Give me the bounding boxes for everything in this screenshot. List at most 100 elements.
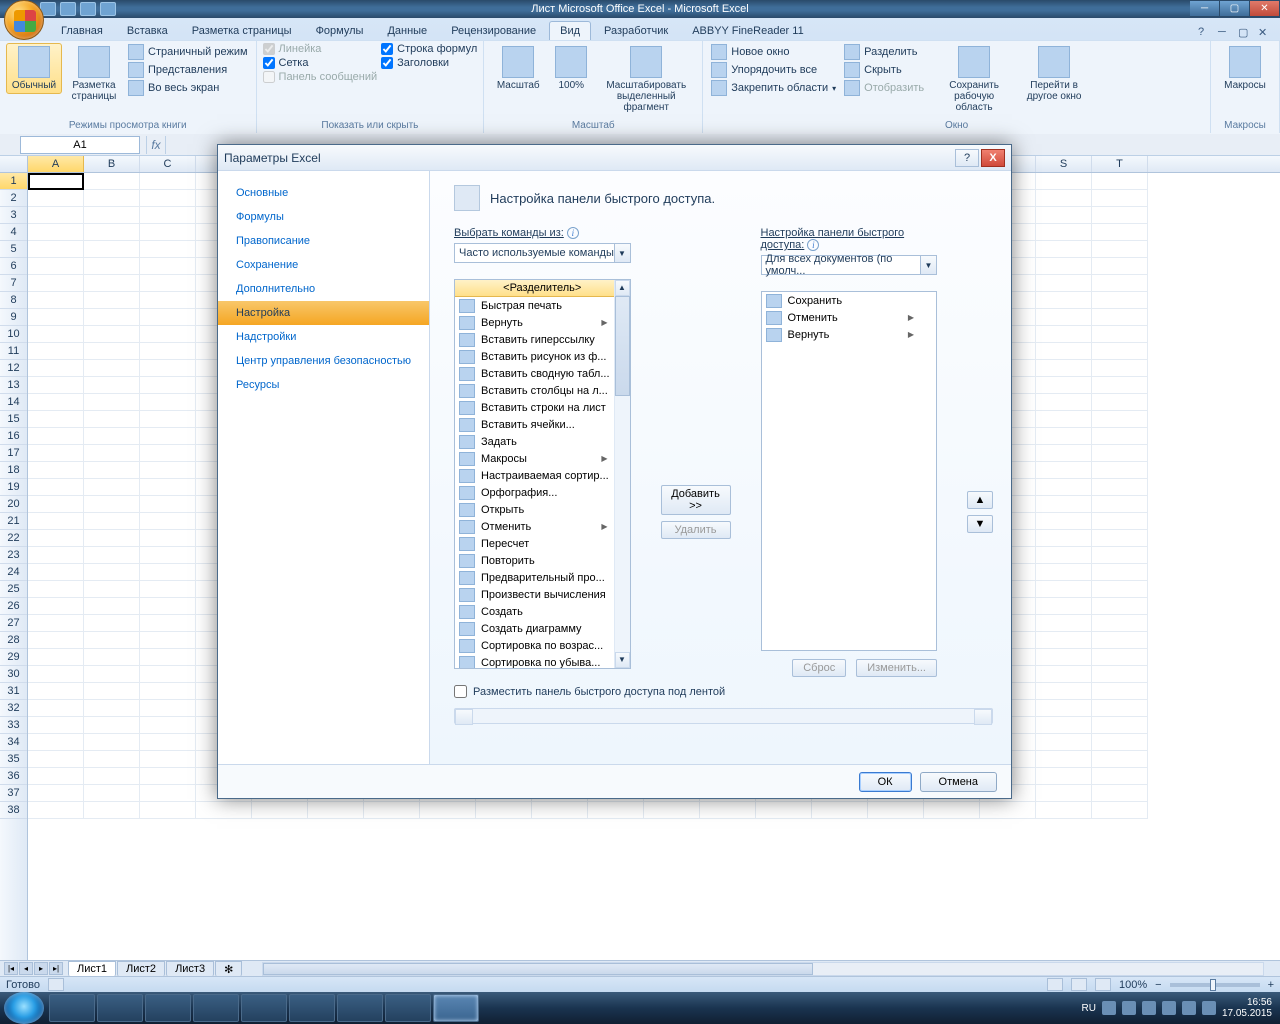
cell[interactable]: [140, 428, 196, 445]
row-header[interactable]: 8: [0, 292, 27, 309]
cell[interactable]: [140, 292, 196, 309]
cell[interactable]: [1092, 173, 1148, 190]
ribbon-minimize-icon[interactable]: ─: [1218, 26, 1232, 40]
cell[interactable]: [1036, 445, 1092, 462]
split-button[interactable]: Разделить: [842, 43, 926, 61]
list-item[interactable]: Настраиваемая сортир...: [455, 467, 630, 484]
ribbon-tab[interactable]: Разработчик: [593, 21, 679, 40]
cell[interactable]: [28, 598, 84, 615]
cell[interactable]: [28, 496, 84, 513]
cell[interactable]: [28, 785, 84, 802]
row-header[interactable]: 1: [0, 173, 27, 190]
cell[interactable]: [84, 309, 140, 326]
cell[interactable]: [1092, 241, 1148, 258]
cell[interactable]: [28, 700, 84, 717]
cell[interactable]: [28, 394, 84, 411]
cell[interactable]: [1036, 564, 1092, 581]
view-layout-icon[interactable]: [1071, 978, 1087, 991]
cell[interactable]: [1092, 513, 1148, 530]
cell[interactable]: [84, 173, 140, 190]
maximize-button[interactable]: ▢: [1220, 0, 1250, 17]
cell[interactable]: [28, 734, 84, 751]
hide-button[interactable]: Скрыть: [842, 61, 926, 79]
macros-button[interactable]: Макросы: [1217, 43, 1273, 94]
cell[interactable]: [308, 802, 364, 819]
row-header[interactable]: 5: [0, 241, 27, 258]
cell[interactable]: [1036, 751, 1092, 768]
cell[interactable]: [28, 343, 84, 360]
list-item[interactable]: Отменить▶: [762, 309, 937, 326]
row-header[interactable]: 36: [0, 768, 27, 785]
dialog-horizontal-scrollbar[interactable]: [454, 708, 993, 724]
cell[interactable]: [1036, 241, 1092, 258]
switch-windows-button[interactable]: Перейти в другое окно: [1018, 43, 1090, 105]
tray-flag-icon[interactable]: [1202, 1001, 1216, 1015]
cell[interactable]: [700, 802, 756, 819]
cell[interactable]: [1036, 496, 1092, 513]
cell[interactable]: [140, 564, 196, 581]
row-header[interactable]: 11: [0, 343, 27, 360]
cell[interactable]: [1092, 275, 1148, 292]
zoom-button[interactable]: Масштаб: [490, 43, 546, 94]
row-header[interactable]: 4: [0, 224, 27, 241]
cell[interactable]: [1092, 530, 1148, 547]
cell[interactable]: [140, 173, 196, 190]
cell[interactable]: [28, 768, 84, 785]
cell[interactable]: [1092, 683, 1148, 700]
cell[interactable]: [1036, 615, 1092, 632]
add-button[interactable]: Добавить >>: [661, 485, 731, 515]
tray-volume-icon[interactable]: [1182, 1001, 1196, 1015]
new-window-button[interactable]: Новое окно: [709, 43, 838, 61]
cell[interactable]: [980, 802, 1036, 819]
row-header[interactable]: 27: [0, 615, 27, 632]
list-item[interactable]: Вставить ячейки...: [455, 416, 630, 433]
close-button[interactable]: ✕: [1250, 0, 1280, 17]
cell[interactable]: [140, 768, 196, 785]
cell[interactable]: [1036, 581, 1092, 598]
list-item[interactable]: Сортировка по убыва...: [455, 654, 630, 669]
view-custom-button[interactable]: Представления: [126, 61, 250, 79]
task-item[interactable]: [145, 994, 191, 1022]
arrange-all-button[interactable]: Упорядочить все: [709, 61, 838, 79]
cell[interactable]: [84, 377, 140, 394]
list-item[interactable]: Быстрая печать: [455, 297, 630, 314]
macro-record-icon[interactable]: [48, 978, 64, 991]
cell[interactable]: [140, 207, 196, 224]
cell[interactable]: [1036, 530, 1092, 547]
cell[interactable]: [1092, 190, 1148, 207]
name-box[interactable]: A1: [20, 136, 140, 154]
qat-redo-icon[interactable]: [80, 2, 96, 16]
cell[interactable]: [1036, 683, 1092, 700]
cell[interactable]: [28, 173, 84, 190]
row-header[interactable]: 21: [0, 513, 27, 530]
show-below-ribbon-checkbox[interactable]: Разместить панель быстрого доступа под л…: [454, 685, 993, 698]
sheet-tab[interactable]: Лист2: [117, 961, 165, 977]
sheet-tab[interactable]: Лист3: [166, 961, 214, 977]
zoom-to-selection-button[interactable]: Масштабировать выделенный фрагмент: [596, 43, 696, 116]
cell[interactable]: [1036, 292, 1092, 309]
ribbon-tab[interactable]: Вид: [549, 21, 591, 40]
cell[interactable]: [28, 615, 84, 632]
cell[interactable]: [1092, 343, 1148, 360]
remove-button[interactable]: Удалить: [661, 521, 731, 539]
cell[interactable]: [84, 445, 140, 462]
dialog-titlebar[interactable]: Параметры Excel ? X: [218, 145, 1011, 171]
cell[interactable]: [28, 683, 84, 700]
cell[interactable]: [1092, 292, 1148, 309]
cell[interactable]: [1036, 224, 1092, 241]
gridlines-checkbox[interactable]: Сетка: [263, 57, 378, 69]
cell[interactable]: [1036, 666, 1092, 683]
view-page-layout-button[interactable]: Разметка страницы: [66, 43, 122, 105]
cell[interactable]: [84, 768, 140, 785]
cell[interactable]: [28, 428, 84, 445]
sheet-nav-last[interactable]: ▸|: [49, 962, 63, 975]
cell[interactable]: [1036, 768, 1092, 785]
task-item[interactable]: [193, 994, 239, 1022]
cell[interactable]: [140, 649, 196, 666]
cell[interactable]: [1092, 751, 1148, 768]
cell[interactable]: [84, 190, 140, 207]
zoom-out-button[interactable]: −: [1155, 979, 1161, 991]
cell[interactable]: [28, 632, 84, 649]
list-item[interactable]: Отменить▶: [455, 518, 630, 535]
customize-for-combo[interactable]: Для всех документов (по умолч...▼: [761, 255, 938, 275]
